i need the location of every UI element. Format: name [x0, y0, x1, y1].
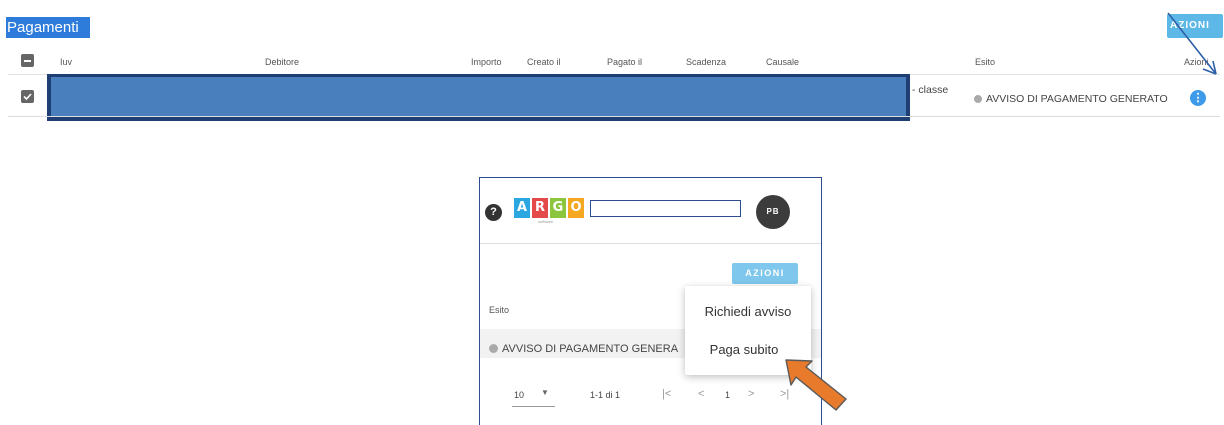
inset-divider [480, 243, 821, 244]
logo-letter-a: A [514, 198, 530, 218]
avatar[interactable]: PB [756, 195, 790, 229]
esito-cell-inset: AVVISO DI PAGAMENTO GENERA [489, 343, 678, 355]
check-icon [23, 93, 32, 101]
current-page: 1 [725, 390, 731, 400]
header-causale[interactable]: Causale [766, 57, 799, 67]
first-page-icon[interactable]: |< [662, 388, 671, 400]
logo-letter-o: O [568, 198, 584, 218]
logo-letter-g: G [550, 198, 566, 218]
esito-text-inset: AVVISO DI PAGAMENTO GENERA [502, 343, 679, 355]
status-dot [974, 95, 982, 103]
argo-logo: A R G O [514, 198, 584, 218]
chevron-down-icon[interactable]: ▼ [541, 388, 549, 397]
logo-subtitle: software [538, 219, 554, 224]
actions-menu: Richiedi avviso Paga subito [685, 286, 811, 375]
status-dot-inset [489, 344, 498, 353]
header-pagato-il[interactable]: Pagato il [607, 57, 642, 67]
pagination-range: 1-1 di 1 [590, 390, 621, 400]
header-esito[interactable]: Esito [975, 57, 995, 67]
header-azioni: Azioni [1184, 57, 1209, 67]
esito-text: AVVISO DI PAGAMENTO GENERATO [986, 93, 1168, 105]
page-title: Pagamenti [6, 17, 90, 38]
esito-header-inset[interactable]: Esito [489, 305, 509, 315]
help-icon[interactable]: ? [485, 204, 502, 221]
menu-item-richiedi-avviso[interactable]: Richiedi avviso [685, 304, 811, 319]
causale-cell: - classe [912, 84, 949, 96]
logo-letter-r: R [532, 198, 548, 218]
redacted-row-content [47, 74, 910, 121]
azioni-button[interactable]: AZIONI [1167, 14, 1223, 38]
azioni-button-inset[interactable]: AZIONI [732, 263, 798, 284]
header-iuv[interactable]: Iuv [60, 57, 72, 67]
redacted-header-box [590, 200, 741, 217]
page-size-underline [512, 406, 555, 407]
select-all-checkbox[interactable] [21, 54, 34, 67]
menu-item-paga-subito[interactable]: Paga subito [681, 342, 807, 357]
row-checkbox[interactable] [21, 90, 34, 103]
prev-page-icon[interactable]: < [698, 388, 704, 400]
page-size-select[interactable]: 10 [514, 390, 524, 400]
header-creato-il[interactable]: Creato il [527, 57, 561, 67]
esito-cell: AVVISO DI PAGAMENTO GENERATO [974, 93, 1168, 105]
header-importo[interactable]: Importo [471, 57, 502, 67]
last-page-icon[interactable]: >| [780, 388, 789, 400]
header-debitore[interactable]: Debitore [265, 57, 299, 67]
row-divider [8, 116, 1220, 117]
header-scadenza[interactable]: Scadenza [686, 57, 726, 67]
zoomed-inset: ? A R G O software PB AZIONI Esito AVVIS… [479, 177, 822, 425]
info-icon[interactable]: ⋮ [1190, 90, 1206, 106]
next-page-icon[interactable]: > [748, 388, 754, 400]
